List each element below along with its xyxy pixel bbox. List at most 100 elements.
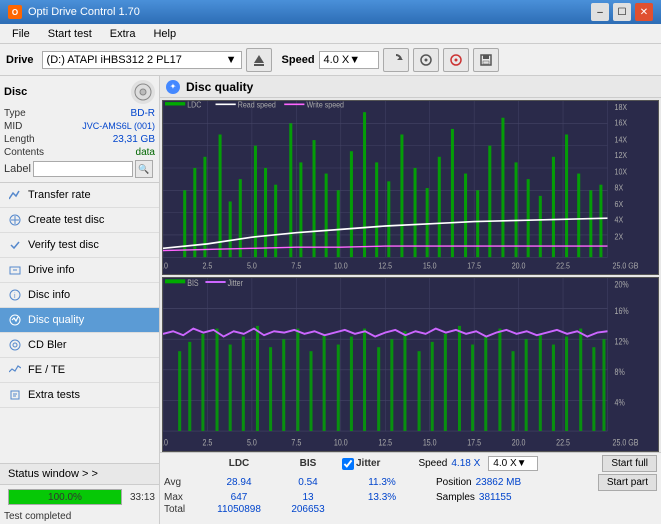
svg-text:20.0: 20.0 [512, 261, 526, 270]
samples-label: Samples [436, 492, 475, 503]
menu-help[interactable]: Help [145, 27, 184, 41]
minimize-button[interactable]: – [591, 3, 609, 21]
fe-te-icon [8, 363, 22, 377]
label-input[interactable] [33, 161, 133, 177]
refresh-button[interactable] [383, 48, 409, 72]
drive-info-icon [8, 263, 22, 277]
avg-label: Avg [164, 477, 200, 488]
status-bar: Status window > > 100.0% 33:13 Test comp… [0, 463, 159, 524]
drive-select-arrow: ▼ [226, 54, 237, 66]
max-bis: 13 [278, 492, 338, 503]
start-full-button[interactable]: Start full [602, 455, 657, 472]
length-label: Length [4, 134, 35, 145]
maximize-button[interactable]: ☐ [613, 3, 631, 21]
svg-text:22.5: 22.5 [556, 261, 570, 270]
status-window-button[interactable]: Status window > > [0, 464, 159, 485]
disc2-button[interactable] [443, 48, 469, 72]
mid-label: MID [4, 121, 22, 132]
app-title: Opti Drive Control 1.70 [28, 6, 140, 18]
status-window-label: Status window > > [8, 468, 98, 480]
svg-text:6X: 6X [615, 200, 624, 209]
menu-extra[interactable]: Extra [102, 27, 144, 41]
svg-text:Jitter: Jitter [228, 278, 244, 288]
max-label: Max [164, 492, 200, 503]
status-message: Test completed [0, 509, 159, 524]
svg-text:8X: 8X [615, 183, 624, 192]
svg-text:10.0: 10.0 [334, 438, 348, 448]
svg-text:2X: 2X [615, 232, 624, 241]
drive-toolbar: Drive (D:) ATAPI iHBS312 2 PL17 ▼ Speed … [0, 44, 661, 76]
max-ldc: 647 [204, 492, 274, 503]
save-button[interactable] [473, 48, 499, 72]
position-value: 23862 MB [476, 477, 522, 488]
svg-text:17.5: 17.5 [467, 261, 481, 270]
nav-label: Disc info [28, 289, 70, 301]
svg-text:14X: 14X [615, 135, 628, 144]
close-button[interactable]: ✕ [635, 3, 653, 21]
eject-button[interactable] [246, 48, 272, 72]
nav-label: Drive info [28, 264, 74, 276]
nav-disc-quality[interactable]: Disc quality [0, 308, 159, 333]
svg-text:25.0 GB: 25.0 GB [613, 261, 639, 270]
label-button[interactable]: 🔍 [135, 160, 153, 178]
status-time: 33:13 [130, 492, 155, 503]
svg-text:8%: 8% [615, 367, 626, 377]
progress-text: 100.0% [9, 490, 121, 504]
main-layout: Disc Type BD-R MID JVC-AMS6L (001) Lengt… [0, 76, 661, 524]
svg-text:5.0: 5.0 [247, 261, 257, 270]
avg-ldc: 28.94 [204, 477, 274, 488]
mid-value: JVC-AMS6L (001) [82, 121, 155, 132]
nav-label: Transfer rate [28, 189, 91, 201]
svg-text:2.5: 2.5 [203, 261, 213, 270]
jitter-checkbox[interactable] [342, 458, 354, 470]
svg-text:20.0: 20.0 [512, 438, 526, 448]
svg-text:10.0: 10.0 [334, 261, 348, 270]
svg-text:15.0: 15.0 [423, 438, 437, 448]
max-jitter: 13.3% [342, 492, 422, 503]
speed-select-val: 4.0 X [493, 458, 516, 469]
total-label: Total [164, 504, 200, 515]
svg-text:25.0 GB: 25.0 GB [613, 438, 639, 448]
svg-text:17.5: 17.5 [467, 438, 481, 448]
nav-label: Extra tests [28, 389, 80, 401]
speed-stat-value: 4.18 X [451, 458, 480, 469]
svg-text:7.5: 7.5 [291, 438, 301, 448]
stats-panel: LDC BIS Jitter Speed 4.18 X 4.0 X ▼ Star… [160, 452, 661, 524]
nav-label: FE / TE [28, 364, 65, 376]
nav-items: Transfer rate Create test disc Verify te… [0, 183, 159, 463]
start-part-button[interactable]: Start part [598, 474, 657, 491]
speed-stat-select[interactable]: 4.0 X ▼ [488, 456, 538, 471]
disc-button[interactable] [413, 48, 439, 72]
svg-text:20%: 20% [615, 279, 630, 289]
disc-info-icon: i [8, 288, 22, 302]
bis-header: BIS [278, 458, 338, 469]
samples-value: 381155 [479, 492, 512, 503]
drive-select[interactable]: (D:) ATAPI iHBS312 2 PL17 ▼ [42, 51, 242, 69]
nav-drive-info[interactable]: Drive info [0, 258, 159, 283]
speed-stat-label: Speed [418, 458, 447, 469]
svg-text:16%: 16% [615, 306, 630, 316]
nav-transfer-rate[interactable]: Transfer rate [0, 183, 159, 208]
quality-icon [8, 313, 22, 327]
menu-start-test[interactable]: Start test [40, 27, 100, 41]
cd-bler-icon [8, 338, 22, 352]
type-label: Type [4, 108, 26, 119]
length-value: 23,31 GB [113, 134, 155, 145]
title-bar: O Opti Drive Control 1.70 – ☐ ✕ [0, 0, 661, 24]
speed-select[interactable]: 4.0 X ▼ [319, 51, 379, 69]
nav-disc-info[interactable]: i Disc info [0, 283, 159, 308]
sidebar: Disc Type BD-R MID JVC-AMS6L (001) Lengt… [0, 76, 160, 524]
ldc-header: LDC [204, 458, 274, 469]
extra-tests-icon [8, 388, 22, 402]
nav-create-test-disc[interactable]: Create test disc [0, 208, 159, 233]
svg-text:0.0: 0.0 [163, 438, 168, 448]
nav-extra-tests[interactable]: Extra tests [0, 383, 159, 408]
menu-file[interactable]: File [4, 27, 38, 41]
svg-text:22.5: 22.5 [556, 438, 570, 448]
nav-label: Create test disc [28, 214, 104, 226]
nav-cd-bler[interactable]: CD Bler [0, 333, 159, 358]
nav-fe-te[interactable]: FE / TE [0, 358, 159, 383]
nav-verify-test-disc[interactable]: Verify test disc [0, 233, 159, 258]
menu-bar: File Start test Extra Help [0, 24, 661, 44]
svg-text:12.5: 12.5 [378, 438, 392, 448]
